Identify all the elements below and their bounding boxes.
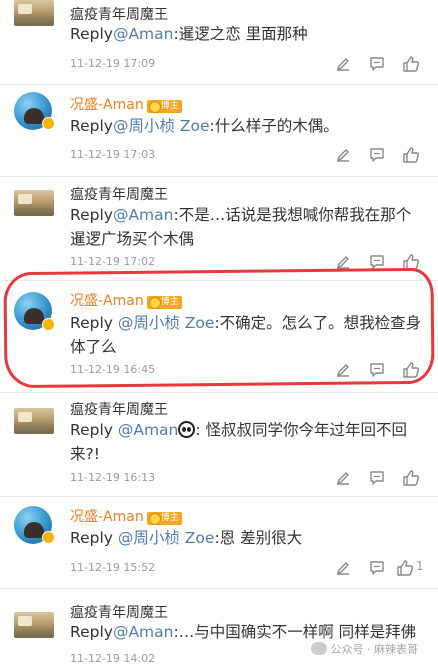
comment-thread: 瘟疫青年周魔王 Reply@Aman:暹逻之恋 里面那种 11-12-19 17… [0,0,438,672]
mention-link[interactable]: @Aman [113,206,174,224]
comment-actions [334,253,424,271]
reply-prefix: Reply [70,206,113,224]
blogger-badge: 博主 [146,296,182,309]
comment-body: Reply@周小桢 Zoe:什么样子的木偶。 [70,114,422,138]
comment-actions: 1 [334,559,424,577]
comment-timestamp: 11-12-19 16:13 [70,471,156,484]
comment-text: :暹逻之恋 里面那种 [173,25,308,43]
blogger-badge: 博主 [146,100,182,113]
avatar[interactable] [14,612,54,638]
comment-icon[interactable] [368,146,386,164]
mention-link[interactable]: @周小桢 Zoe [118,314,215,332]
edit-icon[interactable] [334,253,352,271]
comment-author[interactable]: 况盛-Aman 博主 [70,506,182,526]
edit-icon[interactable] [334,469,352,487]
watermark-text: 公众号 · 麻辣表哥 [330,643,419,656]
edit-icon[interactable] [334,361,352,379]
comment-icon[interactable] [368,55,386,73]
like-icon[interactable] [402,55,420,73]
comment-text: :恩 差别很大 [214,529,303,547]
reply-prefix: Reply [70,117,113,135]
blogger-badge: 博主 [146,512,182,525]
comment-timestamp: 11-12-19 17:09 [70,57,156,70]
divider [0,588,438,589]
reply-prefix: Reply [70,314,118,332]
like-icon[interactable] [402,361,420,379]
avatar[interactable] [14,0,54,26]
divider [0,280,438,281]
author-name[interactable]: 况盛-Aman [70,97,144,113]
mention-link[interactable]: @Aman [113,623,174,641]
like-icon[interactable] [402,146,420,164]
avatar[interactable] [14,408,54,434]
edit-icon[interactable] [334,146,352,164]
comment-icon[interactable] [368,361,386,379]
comment-body: Reply @Aman: 怪叔叔同学你今年过年回不回来?! [70,418,422,466]
reply-prefix: Reply [70,623,113,641]
comment-author[interactable]: 况盛-Aman 博主 [70,290,182,310]
comment-author[interactable]: 瘟疫青年周魔王 [70,602,168,622]
like-count: 1 [416,559,424,573]
mention-link[interactable]: @Aman [113,25,174,43]
comment-icon[interactable] [368,559,386,577]
mention-link[interactable]: @周小桢 Zoe [118,529,215,547]
comment-author[interactable]: 况盛-Aman 博主 [70,94,182,114]
verified-icon [42,531,55,544]
comment-text: :什么样子的木偶。 [209,117,339,135]
comment-timestamp: 11-12-19 17:02 [70,255,156,268]
author-name[interactable]: 况盛-Aman [70,509,144,525]
panda-emoji-icon [178,421,196,438]
like-icon[interactable] [402,469,420,487]
comment-body: Reply@Aman:暹逻之恋 里面那种 [70,22,422,46]
edit-icon[interactable] [334,559,352,577]
comment-icon[interactable] [368,469,386,487]
verified-icon [42,117,55,130]
author-name[interactable]: 况盛-Aman [70,293,144,309]
comment-timestamp: 11-12-19 17:03 [70,148,156,161]
avatar[interactable] [14,190,54,216]
divider [0,176,438,177]
comment-actions [334,146,424,164]
mention-link[interactable]: @周小桢 Zoe [113,117,210,135]
comment-actions [334,361,424,379]
comment-body: Reply @周小桢 Zoe:恩 差别很大 [70,526,422,550]
comment-timestamp: 11-12-19 16:45 [70,363,156,376]
comment-actions [334,55,424,73]
divider [0,496,438,497]
comment-timestamp: 11-12-19 14:02 [70,652,156,665]
comment-author[interactable]: 瘟疫青年周魔王 [70,184,168,204]
comment-timestamp: 11-12-19 15:52 [70,561,156,574]
edit-icon[interactable] [334,55,352,73]
comment-body: Reply@Aman:不是…话说是我想喊你帮我在那个暹逻广场买个木偶 [70,203,422,251]
reply-prefix: Reply [70,529,118,547]
divider [0,84,438,85]
reply-prefix: Reply [70,25,113,43]
comment-author[interactable]: 瘟疫青年周魔王 [70,399,168,419]
watermark: 公众号 · 麻辣表哥 [310,641,419,657]
wechat-logo-icon [310,642,327,655]
like-icon[interactable] [402,253,420,271]
comment-text: :…与中国确实不一样啊 同样是拜佛 [173,623,417,641]
reply-prefix: Reply [70,421,118,439]
comment-author[interactable]: 瘟疫青年周魔王 [70,4,168,24]
mention-link[interactable]: @Aman [118,421,179,439]
verified-icon [42,318,55,331]
comment-icon[interactable] [368,253,386,271]
comment-actions [334,469,424,487]
comment-body: Reply @周小桢 Zoe:不确定。怎么了。想我检查身体了么 [70,311,422,359]
divider [0,392,438,393]
like-icon[interactable] [396,559,414,577]
